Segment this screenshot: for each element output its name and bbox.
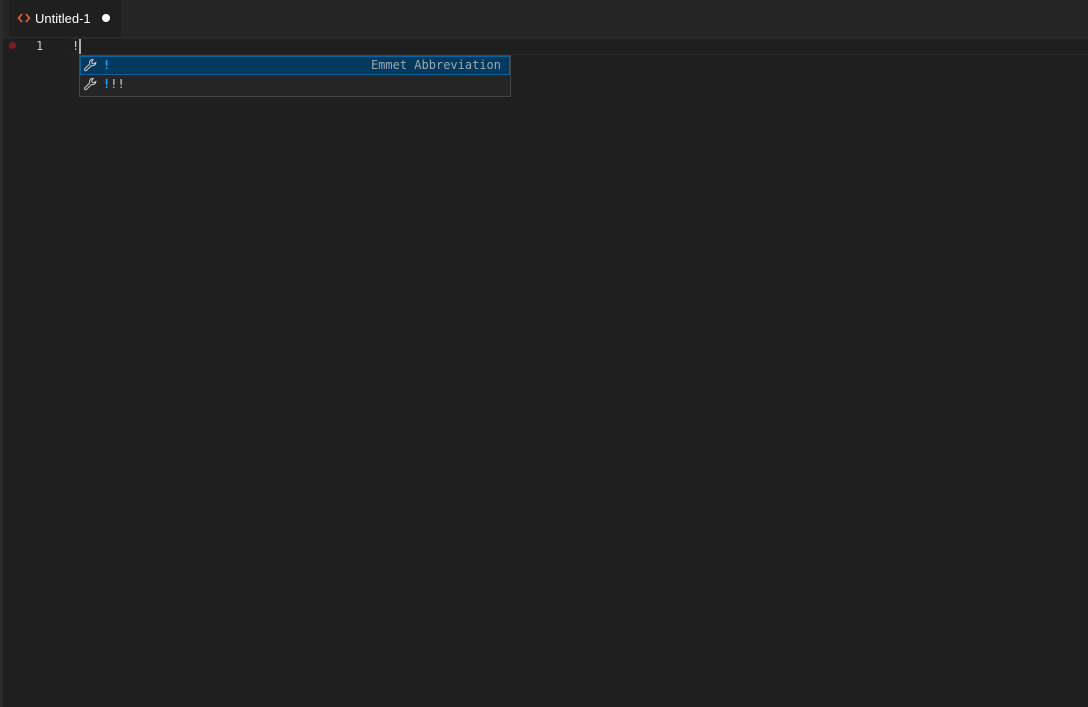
breakpoint-icon[interactable] xyxy=(9,42,16,49)
suggestion-item[interactable]: !!! xyxy=(80,75,510,94)
suggestion-match: ! xyxy=(103,58,111,72)
current-line-highlight xyxy=(70,38,1088,55)
unsaved-dot-icon[interactable] xyxy=(102,14,110,22)
editor-window: Untitled-1 1 ! ! Emmet Abbreviation !!! xyxy=(0,0,1088,707)
suggestion-label: !!! xyxy=(103,76,125,93)
html-brackets-icon xyxy=(17,13,31,23)
code-editor[interactable]: 1 ! xyxy=(3,38,1088,707)
suggestion-rest: !! xyxy=(110,77,125,91)
wrench-icon xyxy=(83,77,97,91)
text-cursor xyxy=(79,39,81,54)
tab-bar: Untitled-1 xyxy=(3,0,1088,38)
suggestion-item[interactable]: ! Emmet Abbreviation xyxy=(80,56,510,75)
suggestion-label: ! xyxy=(103,57,110,74)
tab-untitled-1[interactable]: Untitled-1 xyxy=(9,0,121,37)
suggestion-detail: Emmet Abbreviation xyxy=(370,58,501,72)
wrench-icon xyxy=(83,58,97,72)
line-number: 1 xyxy=(36,39,44,53)
tab-label: Untitled-1 xyxy=(35,11,91,26)
suggestion-widget: ! Emmet Abbreviation !!! xyxy=(79,55,511,97)
